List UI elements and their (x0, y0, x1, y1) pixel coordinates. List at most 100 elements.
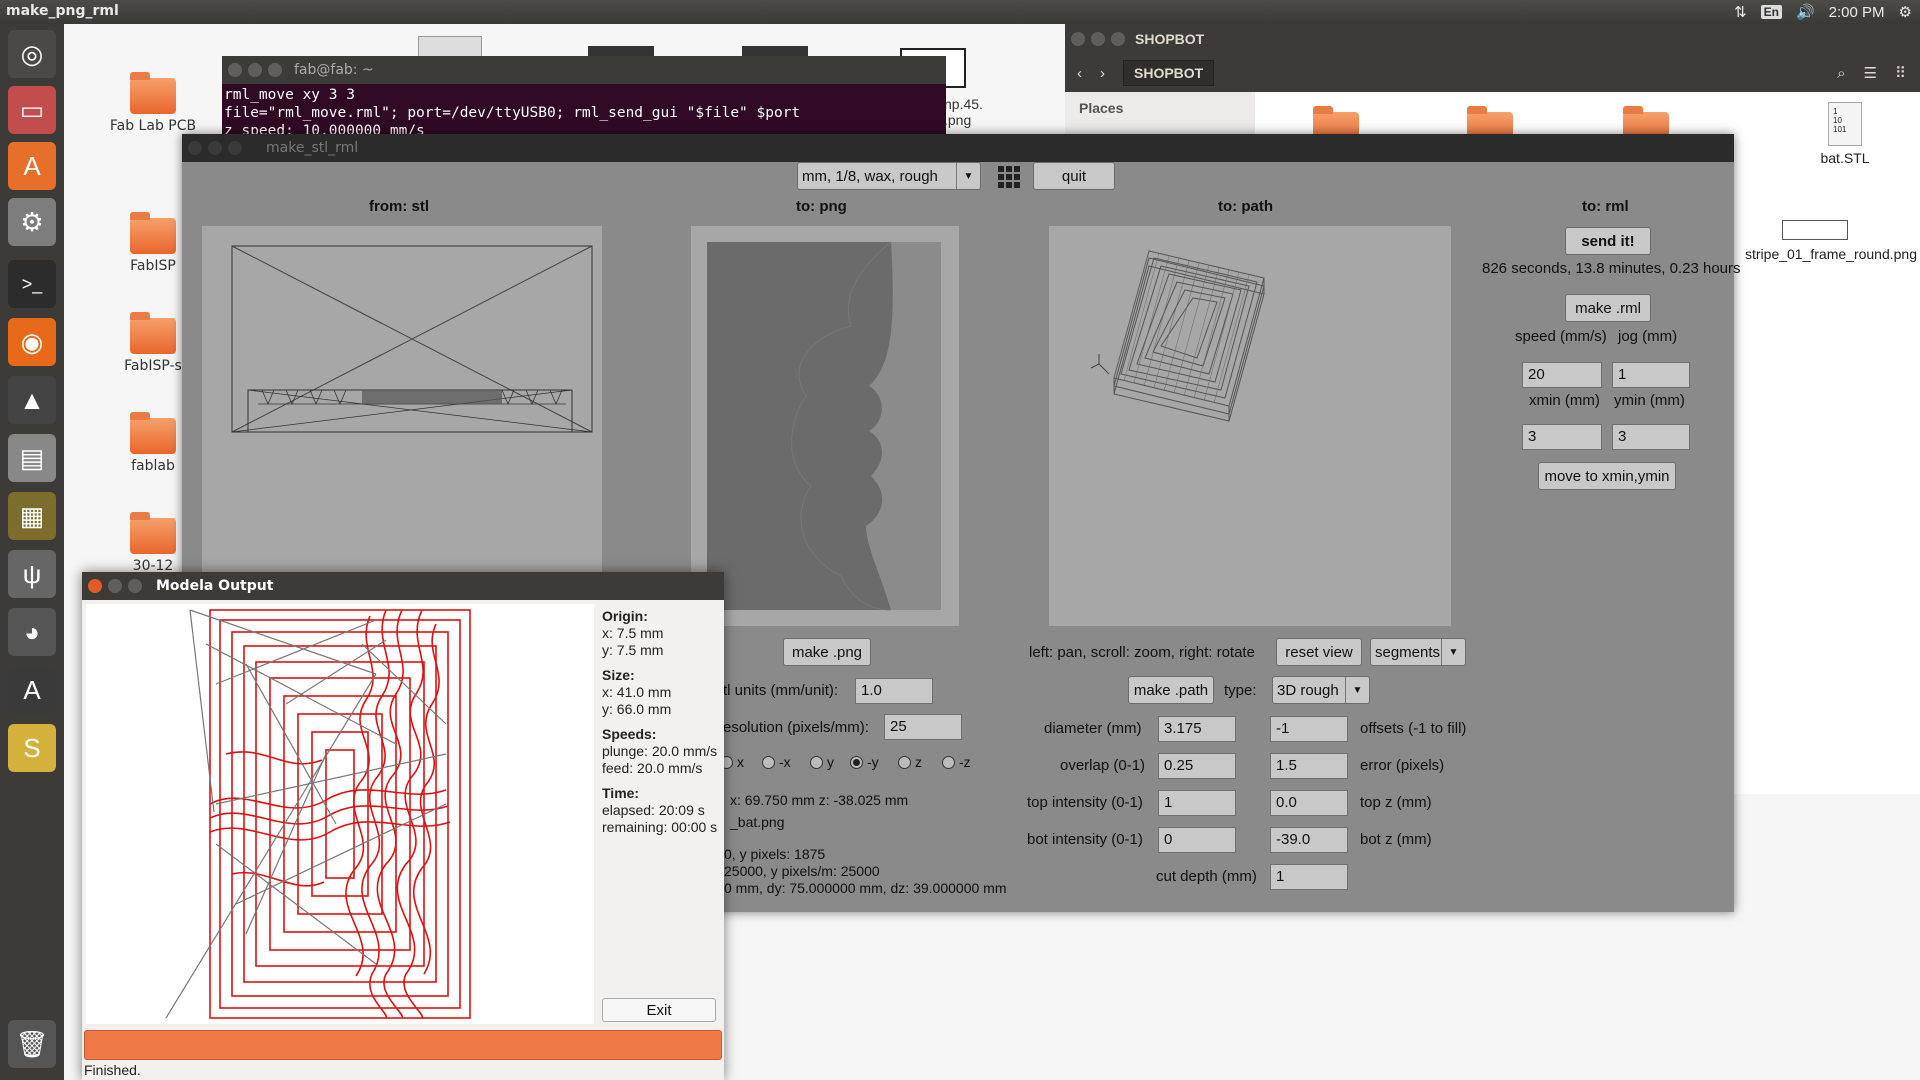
units-input[interactable]: 1.0 (855, 678, 933, 704)
maximize-icon[interactable] (128, 579, 142, 593)
radio-y[interactable]: y (810, 754, 834, 770)
exit-button[interactable]: Exit (602, 998, 716, 1022)
diameter-input[interactable]: 3.175 (1158, 716, 1236, 742)
error-input[interactable]: 1.5 (1270, 753, 1348, 779)
clock[interactable]: 2:00 PM (1829, 4, 1885, 21)
bot-intensity-input[interactable]: 0 (1158, 827, 1236, 853)
maximize-icon[interactable] (1111, 32, 1125, 46)
ymin-label: ymin (mm) (1614, 392, 1685, 409)
send-it-button[interactable]: send it! (1565, 227, 1651, 255)
toolpath-canvas (86, 604, 594, 1024)
reset-view-button[interactable]: reset view (1276, 638, 1362, 666)
file-item[interactable]: 1 10 101 bat.STL (1785, 102, 1905, 166)
to-rml-title: to: rml (1582, 198, 1629, 215)
list-view-icon[interactable]: ☰ (1864, 64, 1877, 82)
gear-icon[interactable]: ⚙ (1899, 3, 1912, 21)
maximize-icon[interactable] (228, 141, 242, 155)
software-center-icon[interactable]: A (8, 142, 56, 190)
toolpath-plot (165, 609, 471, 1019)
xmin-label: xmin (mm) (1529, 392, 1600, 409)
radio-minus-y[interactable]: -y (850, 754, 879, 770)
terminal-titlebar[interactable]: fab@fab: ~ (222, 56, 946, 84)
updater-icon[interactable]: A (8, 666, 56, 714)
inkscape-icon[interactable]: ▲ (8, 376, 56, 424)
png-view[interactable] (691, 226, 959, 626)
minimize-icon[interactable] (208, 141, 222, 155)
close-icon[interactable] (1071, 32, 1085, 46)
folder-icon (130, 212, 176, 254)
file-manager-header: SHOPBOT ‹ › SHOPBOT ⌕ ☰ ⠿ (1065, 24, 1920, 92)
size-y: y: 66.0 mm (602, 701, 672, 717)
size-x: x: 41.0 mm (602, 684, 672, 700)
offsets-input[interactable]: -1 (1270, 716, 1348, 742)
time-estimate: 826 seconds, 13.8 minutes, 0.23 hours (1482, 260, 1741, 277)
png-pixels: 0, y pixels: 1875 (724, 846, 826, 862)
top-intensity-input[interactable]: 1 (1158, 790, 1236, 816)
terminal-icon[interactable]: >_ (8, 260, 56, 308)
path-type-select[interactable]: 3D rough ▼ (1272, 676, 1370, 704)
top-z-label: top z (mm) (1360, 794, 1432, 811)
file-item[interactable]: stripe_01_frame_round.png (1745, 220, 1917, 262)
window-titlebar[interactable]: Modela Output (82, 572, 724, 600)
grid-icon[interactable] (998, 166, 1020, 188)
close-icon[interactable] (188, 141, 202, 155)
jog-input[interactable]: 1 (1612, 362, 1690, 388)
toolpath-3d (1090, 250, 1265, 422)
move-to-xmin-ymin-button[interactable]: move to xmin,ymin (1538, 462, 1676, 490)
minimize-icon[interactable] (108, 579, 122, 593)
window-titlebar[interactable]: make_stl_rml (182, 134, 1734, 162)
origin-y: y: 7.5 mm (602, 642, 664, 658)
firefox-icon[interactable]: ◉ (8, 318, 56, 366)
ymin-input[interactable]: 3 (1612, 424, 1690, 450)
maximize-icon[interactable] (268, 63, 282, 77)
minimize-icon[interactable] (248, 63, 262, 77)
files-icon[interactable]: ▭ (8, 86, 56, 134)
minimize-icon[interactable] (1091, 32, 1105, 46)
diameter-label: diameter (mm) (1044, 720, 1142, 737)
forward-icon[interactable]: › (1100, 65, 1105, 82)
quit-button[interactable]: quit (1033, 162, 1115, 190)
binary-file-icon: 1 10 101 (1828, 102, 1862, 146)
dash-home-icon[interactable]: ◎ (8, 30, 56, 78)
make-rml-button[interactable]: make .rml (1565, 294, 1651, 322)
close-icon[interactable] (88, 579, 102, 593)
radio-minus-z[interactable]: -z (942, 754, 971, 770)
volume-icon[interactable]: 🔊 (1796, 3, 1815, 21)
view-mode-select[interactable]: segments ▼ (1370, 638, 1466, 666)
image-thumbnail (1782, 220, 1848, 240)
xmin-input[interactable]: 3 (1522, 424, 1602, 450)
make-path-button[interactable]: make .path (1128, 676, 1214, 704)
size-heading: Size: (602, 667, 635, 683)
cut-depth-label: cut depth (mm) (1156, 868, 1257, 885)
python-icon[interactable]: S (8, 724, 56, 772)
make-png-button[interactable]: make .png (783, 638, 871, 666)
disk-icon[interactable]: ▤ (8, 434, 56, 482)
back-icon[interactable]: ‹ (1077, 65, 1082, 82)
overlap-input[interactable]: 0.25 (1158, 753, 1236, 779)
to-png-title: to: png (796, 198, 847, 215)
usb-drive-icon[interactable]: ψ (8, 550, 56, 598)
speed-input[interactable]: 20 (1522, 362, 1602, 388)
places-heading: Places (1079, 100, 1124, 116)
system-settings-icon[interactable]: ⚙ (8, 198, 56, 246)
toolpath-view[interactable] (1049, 226, 1451, 626)
cut-depth-input[interactable]: 1 (1270, 864, 1348, 890)
desktop-folder[interactable]: Fab Lab PCB (93, 72, 213, 134)
gimp-icon[interactable]: ◕ (8, 608, 56, 656)
radio-z[interactable]: z (898, 754, 922, 770)
grid-view-icon[interactable]: ⠿ (1895, 64, 1906, 82)
document-viewer-icon[interactable]: ▦ (8, 492, 56, 540)
network-icon[interactable]: ⇅ (1734, 3, 1747, 21)
location-button[interactable]: SHOPBOT (1123, 60, 1215, 86)
close-icon[interactable] (228, 63, 242, 77)
top-z-input[interactable]: 0.0 (1270, 790, 1348, 816)
bot-z-input[interactable]: -39.0 (1270, 827, 1348, 853)
radio-minus-x[interactable]: -x (762, 754, 791, 770)
keyboard-layout-indicator[interactable]: En (1760, 5, 1782, 19)
resolution-input[interactable]: 25 (884, 714, 962, 740)
modela-output-window[interactable]: Modela Output Origin: x: 7.5 mm y: 7.5 m… (82, 572, 724, 1080)
search-icon[interactable]: ⌕ (1837, 65, 1845, 82)
png-filename: _bat.png (730, 814, 785, 830)
preset-select[interactable]: mm, 1/8, wax, rough ▼ (797, 162, 981, 190)
trash-icon[interactable]: 🗑 (8, 1020, 56, 1068)
